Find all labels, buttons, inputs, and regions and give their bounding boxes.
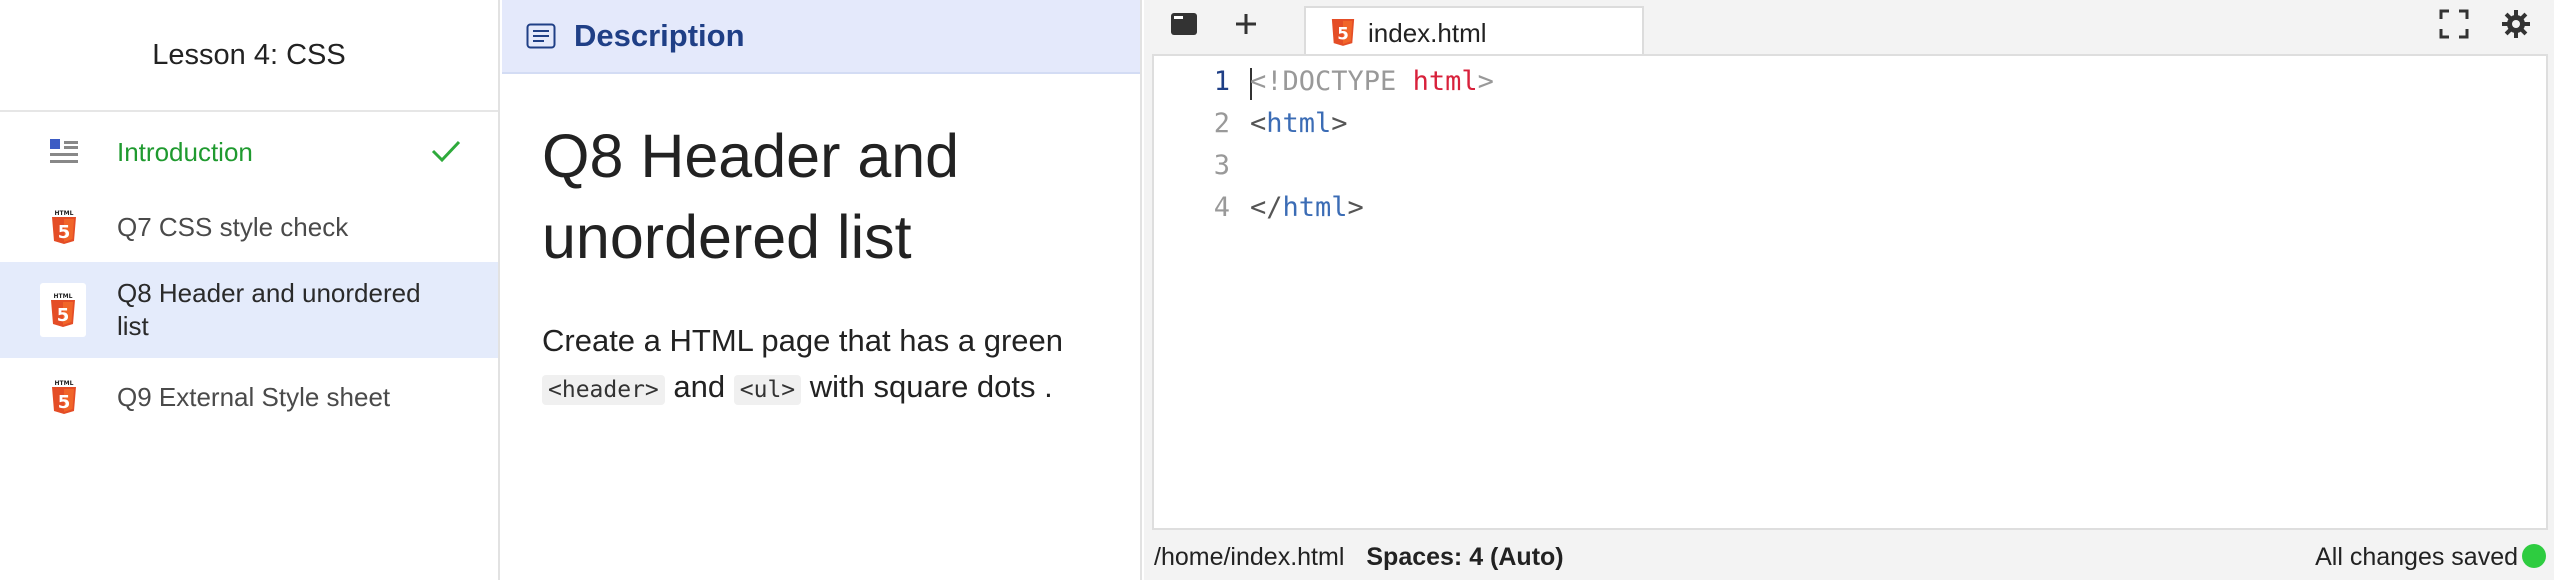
status-file-path: /home/index.html [1154,542,1345,571]
lesson-title: Lesson 4: CSS [0,0,498,112]
line-number: 2 [1213,108,1230,139]
sidebar-item-label: Introduction [117,136,253,167]
html5-icon: 5 [1330,17,1356,47]
sidebar-item-label: Q7 CSS style check [117,211,349,242]
svg-text:HTML: HTML [55,210,74,217]
code-header-tag: <header> [542,375,665,405]
sidebar-item-label: Q9 External Style sheet [117,381,391,412]
code-line: <html> [1250,108,1348,139]
svg-text:5: 5 [58,392,71,413]
saved-indicator-dot [2522,544,2546,568]
sidebar-item-q7[interactable]: HTML 5 Q7 CSS style check [0,195,498,259]
description-icon [526,23,556,49]
line-number: 1 [1213,66,1230,97]
svg-text:HTML: HTML [54,293,73,300]
status-indentation[interactable]: Spaces: 4 (Auto) [1366,543,1563,572]
code-ul-tag: <ul> [733,375,802,405]
tab-label: index.html [1368,18,1487,48]
status-save-state: All changes saved [2315,542,2518,571]
lesson-sidebar: Lesson 4: CSS Introduction HTML 5 Q7 CSS… [0,0,500,580]
check-icon [430,137,466,167]
svg-text:5: 5 [58,222,71,243]
gear-icon[interactable] [2498,8,2534,40]
code-editor: 5 index.html 1 <!DOCTYPE html> 2 <html> … [1144,0,2554,580]
status-bar: /home/index.html Spaces: 4 (Auto) All ch… [1144,534,2554,580]
svg-text:5: 5 [57,305,70,326]
sidebar-item-label: Q8 Header and unordered list [117,278,421,341]
fullscreen-icon[interactable] [2436,8,2472,40]
html5-icon: HTML 5 [44,207,84,247]
line-number: 3 [1213,150,1230,181]
question-body: Create a HTML page that has a green <hea… [542,318,1142,413]
svg-text:5: 5 [1337,23,1349,43]
add-tab-icon[interactable] [1228,8,1264,40]
code-line: </html> [1250,192,1364,223]
question-title: Q8 Header and unordered list [542,122,960,271]
sidebar-item-introduction[interactable]: Introduction [0,120,498,184]
html5-icon: HTML 5 [44,377,84,417]
description-header-title: Description [574,18,745,53]
list-doc-icon [44,132,84,172]
html5-icon: HTML 5 [40,283,86,337]
description-header: Description [502,0,1140,74]
code-line: <!DOCTYPE html> [1250,66,1494,97]
question-text: with square dots . [809,369,1053,404]
tab-index-html[interactable]: 5 index.html [1304,6,1644,56]
sidebar-item-q8[interactable]: HTML 5 Q8 Header and unordered list [0,262,498,358]
sidebar-item-q9[interactable]: HTML 5 Q9 External Style sheet [0,365,498,429]
code-area[interactable]: 1 <!DOCTYPE html> 2 <html> 3 4 </html> [1152,54,2548,530]
line-number: 4 [1213,192,1230,223]
description-panel: Description Q8 Header and unordered list… [502,0,1142,580]
editor-tab-bar: 5 index.html [1144,0,2554,56]
terminal-icon[interactable] [1166,8,1202,40]
svg-text:HTML: HTML [55,380,74,387]
question-text: and [673,369,726,404]
question-text: Create a HTML page that has a green [542,323,1063,358]
